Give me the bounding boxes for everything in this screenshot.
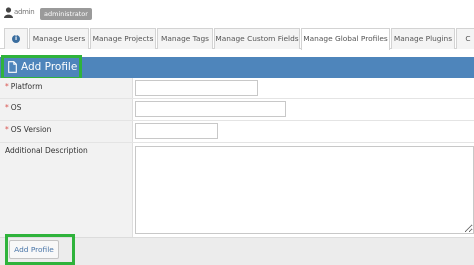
description-label: Additional Description <box>5 146 88 155</box>
os-version-label-text: OS Version <box>10 125 52 134</box>
tab-manage-plugins[interactable]: Manage Plugins <box>391 28 455 49</box>
row-divider <box>0 120 474 121</box>
os-label: * OS <box>5 103 21 112</box>
tab-manage-custom-fields[interactable]: Manage Custom Fields <box>214 28 300 49</box>
tab-manage-tags[interactable]: Manage Tags <box>157 28 213 49</box>
info-icon: i <box>12 34 20 43</box>
tab-manage-projects[interactable]: Manage Projects <box>90 28 156 49</box>
user-icon <box>4 7 13 18</box>
os-label-text: OS <box>10 103 22 112</box>
button-highlight-box <box>5 234 75 265</box>
tab-overflow[interactable]: C <box>456 28 474 49</box>
description-textarea[interactable] <box>135 146 474 234</box>
required-marker: * <box>5 103 9 112</box>
platform-label: * Platform <box>5 82 42 91</box>
tab-manage-users[interactable]: Manage Users <box>29 28 89 49</box>
row-divider <box>0 142 474 143</box>
user-bar: admin administrator <box>0 0 474 27</box>
title-highlight-box <box>1 55 82 80</box>
os-version-input[interactable] <box>135 123 218 139</box>
tab-manage-global-profiles[interactable]: Manage Global Profiles <box>301 28 390 50</box>
role-badge: administrator <box>40 8 92 20</box>
row-divider <box>0 98 474 99</box>
admin-tab-bar: i Manage Users Manage Projects Manage Ta… <box>0 27 474 50</box>
platform-label-text: Platform <box>10 82 43 91</box>
username[interactable]: admin <box>14 8 35 16</box>
os-version-label: * OS Version <box>5 125 51 134</box>
add-profile-form: * Platform * OS * OS Version Additional Des… <box>0 78 474 237</box>
os-input[interactable] <box>135 101 286 117</box>
required-marker: * <box>5 82 9 91</box>
label-column <box>0 78 133 237</box>
tab-info[interactable]: i <box>4 28 28 49</box>
platform-input[interactable] <box>135 80 258 96</box>
required-marker: * <box>5 125 9 134</box>
